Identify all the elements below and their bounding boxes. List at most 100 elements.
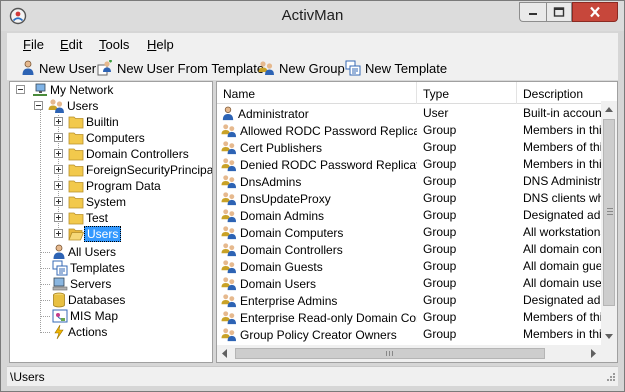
new-template-label: New Template bbox=[365, 60, 448, 76]
tree-label: Databases bbox=[68, 293, 126, 307]
tree-node-servers[interactable]: Servers bbox=[38, 276, 113, 292]
minimize-button[interactable] bbox=[519, 2, 546, 22]
tree-node-actions[interactable]: Actions bbox=[38, 324, 109, 340]
menu-bar: File Edit Tools Help bbox=[7, 33, 618, 55]
minimize-icon bbox=[529, 13, 537, 15]
title-bar[interactable]: ActivMan bbox=[1, 1, 624, 31]
tree-node-computers[interactable]: Computers bbox=[54, 130, 147, 146]
list-item[interactable]: Administrator User Built-in account f bbox=[217, 105, 603, 122]
group-icon bbox=[221, 175, 237, 189]
list-item[interactable]: DnsUpdateProxy Group DNS clients who bbox=[217, 190, 603, 207]
close-button[interactable] bbox=[572, 2, 618, 22]
tree-node-domain-controllers[interactable]: Domain Controllers bbox=[54, 146, 191, 162]
new-user-label: New User bbox=[39, 60, 97, 76]
list-item[interactable]: Denied RODC Password Replicatio... Group M… bbox=[217, 156, 603, 173]
expand-icon[interactable] bbox=[54, 117, 63, 126]
scroll-right-icon[interactable] bbox=[585, 345, 601, 362]
toolbar: New User New User From Template New Grou… bbox=[7, 55, 618, 81]
item-name: DnsUpdateProxy bbox=[240, 191, 331, 206]
item-type: Group bbox=[423, 208, 457, 222]
column-header-type[interactable]: Type bbox=[417, 82, 517, 104]
list-item[interactable]: Group Policy Creator Owners Group Members … bbox=[217, 326, 603, 343]
collapse-icon[interactable] bbox=[34, 101, 43, 110]
menu-help[interactable]: Help bbox=[147, 37, 174, 52]
expand-icon[interactable] bbox=[54, 149, 63, 158]
tree-node-builtin[interactable]: Builtin bbox=[54, 114, 121, 130]
menu-file[interactable]: File bbox=[23, 37, 44, 52]
list-item[interactable]: Domain Users Group All domain users bbox=[217, 275, 603, 292]
tree-node-foreign-security-principals[interactable]: ForeignSecurityPrincipals bbox=[54, 162, 212, 178]
tree-node-databases[interactable]: Databases bbox=[38, 292, 127, 308]
tree-node-my-network[interactable]: My Network bbox=[16, 82, 115, 98]
vertical-scrollbar[interactable] bbox=[601, 101, 617, 345]
expand-icon[interactable] bbox=[54, 229, 63, 238]
column-header-name[interactable]: Name bbox=[217, 82, 417, 104]
item-name-cell: Administrator bbox=[221, 106, 417, 121]
scroll-up-icon[interactable] bbox=[601, 101, 617, 118]
tree-label: Builtin bbox=[86, 115, 119, 129]
list-item[interactable]: Enterprise Read-only Domain Contr... Grou… bbox=[217, 309, 603, 326]
list-header: Name Type Description bbox=[217, 82, 617, 104]
list-item[interactable]: Domain Computers Group All workstations bbox=[217, 224, 603, 241]
list-item[interactable]: DnsAdmins Group DNS Administrat bbox=[217, 173, 603, 190]
horizontal-scroll-thumb[interactable] bbox=[235, 348, 545, 359]
expand-icon[interactable] bbox=[54, 133, 63, 142]
list-item[interactable]: Domain Controllers Group All domain contr bbox=[217, 241, 603, 258]
list-item[interactable]: Domain Admins Group Designated adm bbox=[217, 207, 603, 224]
item-type: Group bbox=[423, 310, 457, 324]
open-folder-icon bbox=[68, 228, 84, 241]
item-description: All workstations bbox=[523, 225, 603, 239]
server-icon bbox=[52, 277, 68, 291]
group-icon bbox=[221, 141, 237, 155]
group-icon bbox=[221, 192, 237, 206]
group-icon bbox=[48, 99, 64, 113]
tree-node-test[interactable]: Test bbox=[54, 210, 110, 226]
item-type: Group bbox=[423, 140, 457, 154]
item-type: Group bbox=[423, 293, 457, 307]
expand-icon[interactable] bbox=[54, 165, 63, 174]
list-item[interactable]: Domain Guests Group All domain guest bbox=[217, 258, 603, 275]
scroll-down-icon[interactable] bbox=[601, 328, 617, 345]
object-list[interactable]: Name Type Description Administrator User B… bbox=[216, 81, 618, 363]
item-description: Designated adm bbox=[523, 208, 603, 222]
resize-grip-icon[interactable] bbox=[604, 372, 616, 384]
item-description: All domain guest bbox=[523, 259, 603, 273]
collapse-icon[interactable] bbox=[16, 85, 25, 94]
item-name-cell: Allowed RODC Password Replicati... bbox=[221, 123, 417, 138]
menu-edit[interactable]: Edit bbox=[60, 37, 82, 52]
list-item[interactable]: Enterprise Admins Group Designated adm bbox=[217, 292, 603, 309]
scroll-left-icon[interactable] bbox=[217, 345, 233, 362]
new-group-button[interactable]: New Group bbox=[258, 59, 345, 77]
lightning-icon bbox=[54, 324, 64, 340]
tree-node-users[interactable]: Users bbox=[34, 98, 100, 114]
tree-node-program-data[interactable]: Program Data bbox=[54, 178, 163, 194]
expand-icon[interactable] bbox=[54, 213, 63, 222]
tree-node-templates[interactable]: Templates bbox=[38, 260, 127, 276]
tree-label: Actions bbox=[68, 325, 108, 339]
group-icon bbox=[221, 226, 237, 240]
horizontal-scrollbar[interactable] bbox=[217, 345, 601, 362]
item-type: Group bbox=[423, 242, 457, 256]
item-name-cell: Enterprise Read-only Domain Contr... bbox=[221, 310, 417, 325]
tree-node-users-folder[interactable]: Users bbox=[54, 226, 122, 242]
item-description: Members of this bbox=[523, 140, 603, 154]
tree-node-all-users[interactable]: All Users bbox=[38, 244, 118, 260]
maximize-button[interactable] bbox=[546, 2, 572, 22]
tree-node-system[interactable]: System bbox=[54, 194, 128, 210]
new-template-button[interactable]: New Template bbox=[345, 59, 447, 77]
column-header-description[interactable]: Description bbox=[517, 82, 603, 104]
new-user-button[interactable]: New User bbox=[21, 59, 96, 77]
item-description: Members in this bbox=[523, 327, 603, 341]
navigation-tree[interactable]: My Network Users Builtin Computers Domai… bbox=[9, 81, 213, 363]
tree-node-mis-map[interactable]: MIS Map bbox=[38, 308, 120, 324]
item-name: Cert Publishers bbox=[240, 140, 323, 155]
tree-label: Program Data bbox=[86, 179, 161, 193]
expand-icon[interactable] bbox=[54, 197, 63, 206]
list-item[interactable]: Allowed RODC Password Replicati... Group M… bbox=[217, 122, 603, 139]
menu-tools[interactable]: Tools bbox=[99, 37, 129, 52]
list-item[interactable]: Cert Publishers Group Members of this bbox=[217, 139, 603, 156]
item-type: Group bbox=[423, 191, 457, 205]
vertical-scroll-thumb[interactable] bbox=[603, 119, 615, 306]
expand-icon[interactable] bbox=[54, 181, 63, 190]
new-user-from-template-button[interactable]: New User From Template bbox=[97, 59, 264, 77]
